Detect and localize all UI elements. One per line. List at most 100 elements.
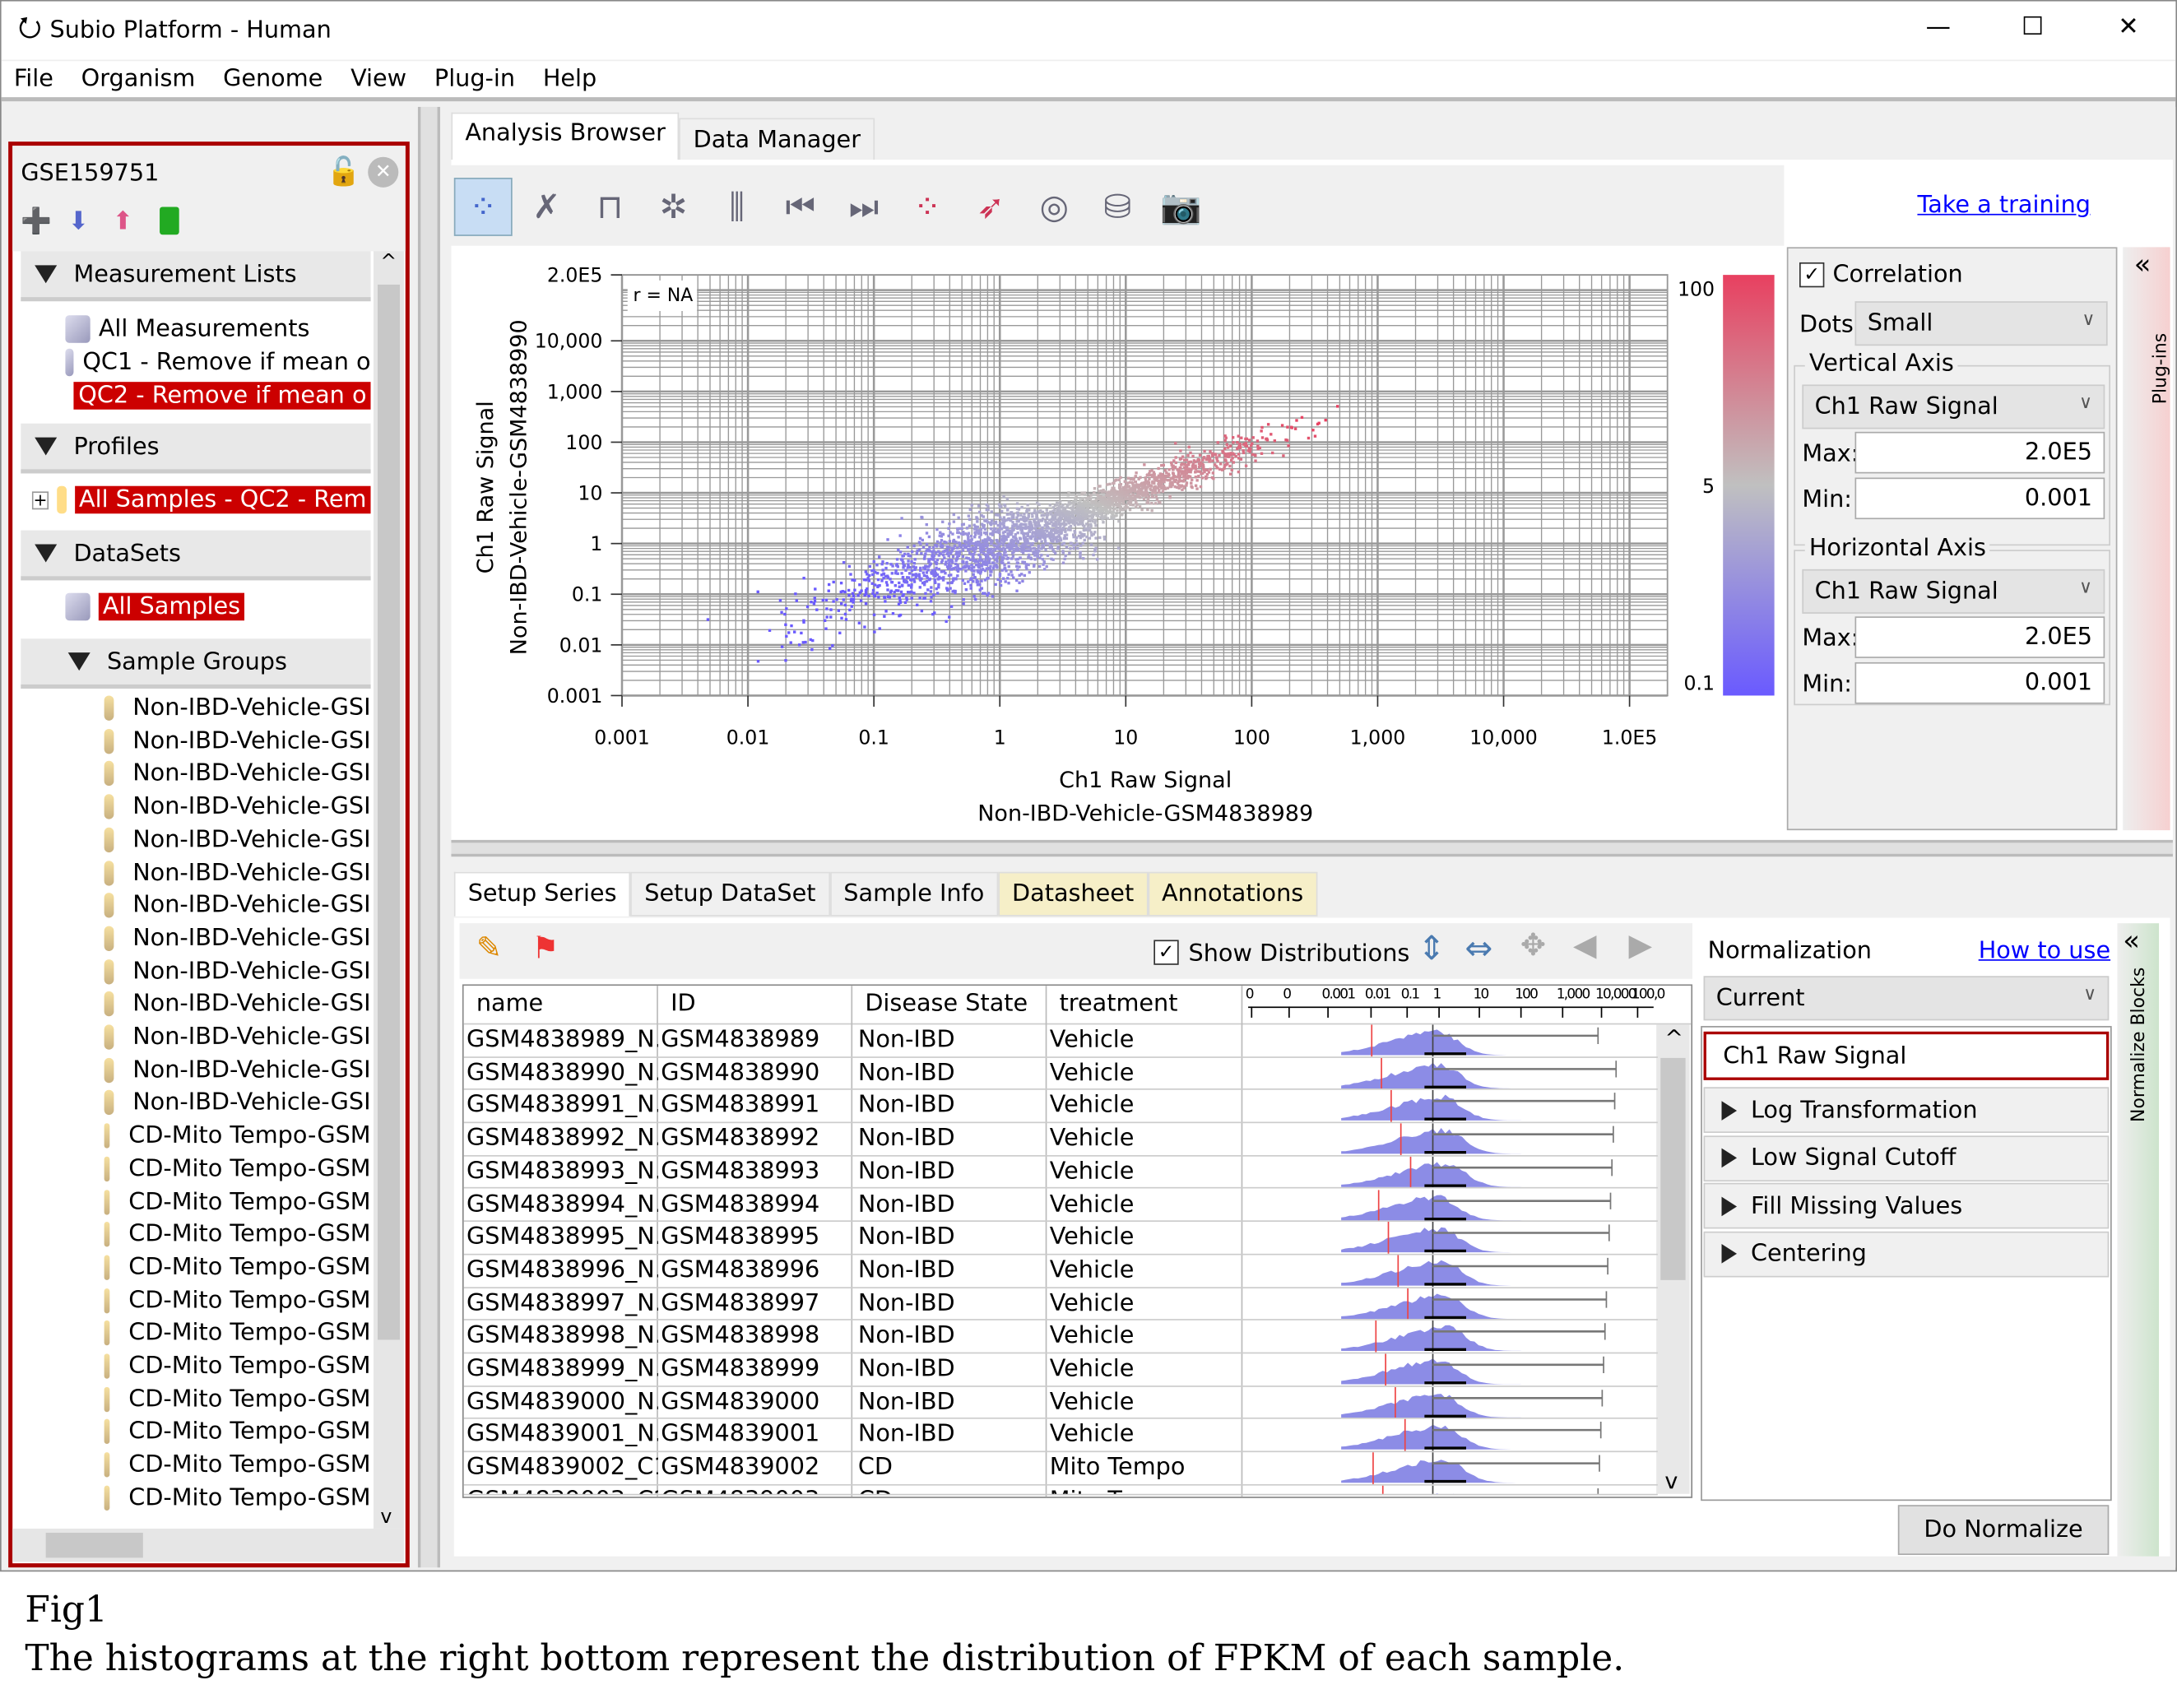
left-arrow-icon[interactable]: ◀ <box>1573 929 1597 963</box>
v-min-input[interactable]: 0.001 <box>1854 477 2105 520</box>
move-icon[interactable]: ✥ <box>1520 929 1546 963</box>
sample-item[interactable]: Non-IBD-Vehicle-GSI <box>104 991 371 1018</box>
download-icon[interactable]: ⬇ <box>68 207 89 235</box>
section-sample-groups[interactable]: Sample Groups <box>21 638 371 689</box>
horizontal-signal-select[interactable]: Ch1 Raw Signal <box>1802 569 2105 614</box>
table-row[interactable]: GSM4839001_N... GSM4839001 Non-IBD Vehicle <box>463 1419 1658 1453</box>
column-header-id[interactable]: ID <box>671 990 696 1018</box>
normalize-block-centering[interactable]: Centering <box>1703 1231 2110 1277</box>
normalize-block-ch1-raw-signal[interactable]: Ch1 Raw Signal <box>1703 1031 2110 1080</box>
sample-item[interactable]: Non-IBD-Vehicle-GSI <box>104 826 371 853</box>
menu-view[interactable]: View <box>350 65 406 93</box>
pathway-icon[interactable]: ⛁ <box>1088 178 1147 236</box>
measurement-list-item[interactable]: All Measurements <box>65 315 370 343</box>
menu-help[interactable]: Help <box>543 65 596 93</box>
sample-item[interactable]: CD-Mito Tempo-GSM <box>104 1188 371 1215</box>
measurement-list-item[interactable]: QC1 - Remove if mean o <box>65 348 371 377</box>
measurement-list-item[interactable]: QC2 - Remove if mean o <box>65 382 371 410</box>
table-row[interactable]: GSM4838998_N... GSM4838998 Non-IBD Vehicle <box>463 1320 1658 1354</box>
normalize-block-fill-missing-values[interactable]: Fill Missing Values <box>1703 1183 2110 1229</box>
table-row[interactable]: GSM4838992_N... GSM4838992 Non-IBD Vehicle <box>463 1123 1658 1157</box>
unlock-icon[interactable]: 🔓 <box>327 154 361 188</box>
vertical-signal-select[interactable]: Ch1 Raw Signal <box>1802 384 2105 429</box>
sample-item[interactable]: CD-Mito Tempo-GSM <box>104 1484 371 1511</box>
sample-item[interactable]: CD-Mito Tempo-GSM <box>104 1122 371 1149</box>
expand-icon[interactable] <box>1721 1244 1738 1264</box>
scatter-plot-icon[interactable]: ⁘ <box>453 178 513 236</box>
take-training-link[interactable]: Take a training <box>1917 192 2091 220</box>
tab-analysis-browser[interactable]: Analysis Browser <box>451 112 680 163</box>
network-icon[interactable]: ✲ <box>644 178 703 236</box>
sample-item[interactable]: CD-Mito Tempo-GSM <box>104 1221 371 1248</box>
expand-horizontal-icon[interactable]: ⇔ <box>1464 929 1492 968</box>
v-max-input[interactable]: 2.0E5 <box>1854 431 2105 474</box>
minimize-button[interactable]: — <box>1917 12 1959 41</box>
line-graph-icon[interactable]: ✗ <box>518 178 576 236</box>
section-datasets[interactable]: DataSets <box>21 530 371 581</box>
menu-file[interactable]: File <box>14 65 53 93</box>
normalize-block-log-transformation[interactable]: Log Transformation <box>1703 1087 2110 1134</box>
vertical-scrollbar[interactable]: ^ v <box>373 251 405 1529</box>
table-row[interactable]: GSM4838993_N... GSM4838993 Non-IBD Vehicle <box>463 1156 1658 1190</box>
last-icon[interactable]: ⏭ <box>835 178 894 236</box>
scatter-plot[interactable]: 2.0E5 10,000 1,000 100 10 1 0.1 0.01 0.001 0.001 0… <box>451 251 1784 834</box>
sample-item[interactable]: Non-IBD-Vehicle-GSI <box>104 793 371 820</box>
dots-select[interactable]: Small <box>1854 301 2108 346</box>
how-to-use-link[interactable]: How to use <box>1979 937 2110 965</box>
table-scrollbar[interactable]: ^ v <box>1656 1024 1690 1494</box>
edit-icon[interactable]: ✎ <box>476 931 502 966</box>
venn-icon[interactable]: ◎ <box>1025 178 1084 236</box>
table-row[interactable]: GSM4838995_N... GSM4838995 Non-IBD Vehicle <box>463 1222 1658 1255</box>
menu-genome[interactable]: Genome <box>223 65 323 93</box>
right-arrow-icon[interactable]: ▶ <box>1628 929 1652 963</box>
flag-icon[interactable]: ⚑ <box>531 931 559 966</box>
sample-item[interactable]: Non-IBD-Vehicle-GSI <box>104 694 371 722</box>
chromosome-icon[interactable]: ⫼ <box>708 178 766 236</box>
table-row[interactable]: GSM4838989_N... GSM4838989 Non-IBD Vehicle <box>463 1024 1658 1058</box>
add-folder-icon[interactable]: ➕ <box>21 207 52 235</box>
expand-icon[interactable] <box>1721 1101 1738 1121</box>
scatter-red-icon[interactable]: ⁘ <box>898 178 957 236</box>
column-header-disease-state[interactable]: Disease State <box>865 990 1028 1018</box>
upload-icon[interactable]: ⬆ <box>113 207 133 235</box>
sample-item[interactable]: CD-Mito Tempo-GSM <box>104 1155 371 1182</box>
show-distributions-checkbox[interactable]: ✓ <box>1153 940 1179 965</box>
menu-organism[interactable]: Organism <box>81 65 196 93</box>
sample-item[interactable]: Non-IBD-Vehicle-GSI <box>104 1089 371 1116</box>
tab-setup-dataset[interactable]: Setup DataSet <box>630 871 830 917</box>
sample-item[interactable]: CD-Mito Tempo-GSM <box>104 1320 371 1347</box>
correlation-checkbox[interactable]: ✓ <box>1799 262 1825 288</box>
column-header-name[interactable]: name <box>476 990 543 1018</box>
sample-item[interactable]: CD-Mito Tempo-GSM <box>104 1418 371 1446</box>
table-row[interactable]: GSM4838991_N... GSM4838991 Non-IBD Vehicle <box>463 1090 1658 1124</box>
expand-vertical-icon[interactable]: ⇕ <box>1418 929 1446 968</box>
sample-item[interactable]: CD-Mito Tempo-GSM <box>104 1287 371 1314</box>
expand-icon[interactable] <box>1721 1196 1738 1216</box>
sample-item[interactable]: Non-IBD-Vehicle-GSI <box>104 1023 371 1051</box>
table-row[interactable]: GSM4839002_C1...GSM4839002 CD Mito Tempo <box>463 1452 1658 1486</box>
do-normalize-button[interactable]: Do Normalize <box>1897 1505 2110 1555</box>
normalization-preset-select[interactable]: Current <box>1703 976 2110 1021</box>
close-project-icon[interactable]: ✕ <box>368 156 399 188</box>
sample-item[interactable]: Non-IBD-Vehicle-GSI <box>104 892 371 919</box>
menu-plug-in[interactable]: Plug-in <box>434 65 515 93</box>
table-row[interactable]: GSM4839000_N... GSM4839000 Non-IBD Vehicle <box>463 1386 1658 1420</box>
sample-item[interactable]: CD-Mito Tempo-GSM <box>104 1385 371 1413</box>
first-icon[interactable]: ⏮ <box>771 178 829 236</box>
expand-icon[interactable] <box>1721 1149 1738 1168</box>
sample-item[interactable]: Non-IBD-Vehicle-GSI <box>104 925 371 952</box>
sample-item[interactable]: Non-IBD-Vehicle-GSI <box>104 727 371 754</box>
panel-splitter[interactable] <box>417 106 440 1568</box>
profile-item[interactable]: + All Samples - QC2 - Rem <box>31 485 371 514</box>
table-row[interactable]: GSM4839003_C2...GSM4839003 CDMito Tempo <box>463 1485 1658 1496</box>
normalize-blocks-side-tab[interactable]: « Normalize Blocks <box>2117 923 2160 1557</box>
h-max-input[interactable]: 2.0E5 <box>1854 616 2105 658</box>
collapse-icon[interactable]: « <box>2123 923 2140 957</box>
table-row[interactable]: GSM4838990_N... GSM4838990 Non-IBD Vehicle <box>463 1057 1658 1091</box>
tab-setup-series[interactable]: Setup Series <box>453 871 631 917</box>
collapse-icon[interactable]: « <box>2134 247 2151 281</box>
tab-data-manager[interactable]: Data Manager <box>679 118 875 163</box>
horizontal-scrollbar[interactable] <box>12 1528 405 1562</box>
camera-icon[interactable]: 📷 <box>1152 178 1210 236</box>
recycle-icon[interactable] <box>160 207 179 235</box>
